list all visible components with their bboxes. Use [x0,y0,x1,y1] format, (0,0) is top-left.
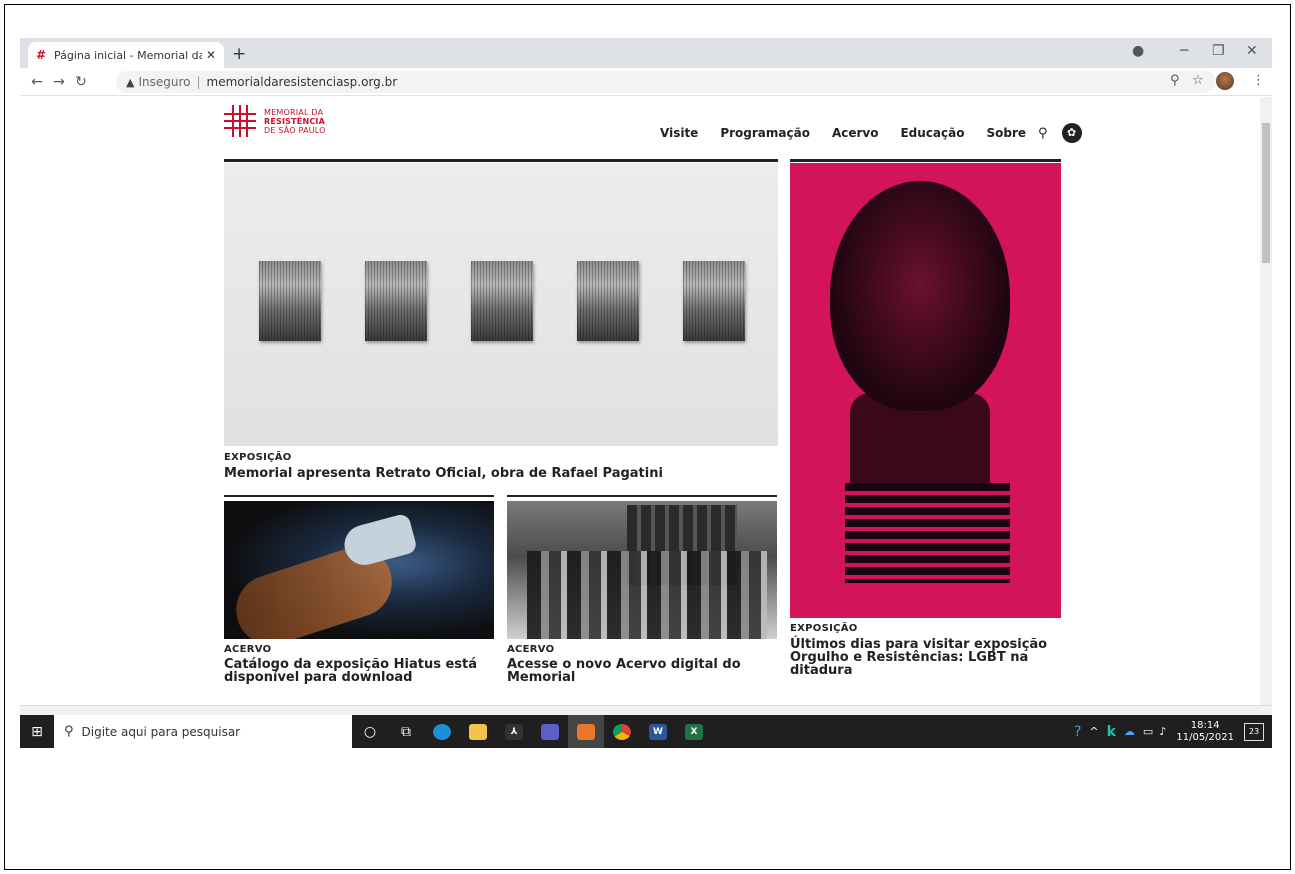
vertical-scrollbar[interactable] [1260,97,1272,705]
side-rule [790,159,1061,162]
card2-image[interactable] [507,501,777,639]
bookmark-star-icon[interactable]: ☆ [1192,73,1204,88]
browser-toolbar: ← → ↻ ▲ Inseguro | memorialdaresistencia… [20,68,1272,96]
card1-image[interactable] [224,501,494,639]
clock-date: 11/05/2021 [1176,731,1234,743]
outlook-icon[interactable] [568,715,604,748]
artwork-portrait [577,261,639,341]
feature-image[interactable] [224,163,778,446]
windows-start-icon[interactable]: ⊞ [20,724,54,740]
back-arrow-icon[interactable]: ← [26,74,48,90]
horizontal-scrollbar[interactable] [20,705,1272,715]
logo-grid-icon [224,105,256,137]
logo-line-2: RESISTÊNCIA [264,116,325,126]
url-text[interactable]: memorialdaresistenciasp.org.br [207,75,398,89]
browser-tab[interactable]: # Página inicial - Memorial da Resis ✕ [28,42,224,68]
k-app-icon[interactable]: k [1107,724,1116,740]
logo-line-3: DE SÃO PAULO [264,125,326,135]
nav-educacao[interactable]: Educação [900,126,964,140]
address-bar[interactable]: ▲ Inseguro | memorialdaresistenciasp.org… [116,71,1216,93]
side-feature-category: EXPOSIÇÃO [790,623,858,634]
new-tab-button[interactable]: + [232,44,246,64]
teams-icon[interactable] [532,715,568,748]
taskbar-search[interactable]: ⚲ Digite aqui para pesquisar [54,715,352,748]
side-feature-title-line-3[interactable]: ditadura [790,664,853,677]
edge-icon[interactable] [424,715,460,748]
card1-title-line-2[interactable]: disponível para download [224,671,412,684]
volume-icon[interactable]: ♪ [1159,725,1166,738]
profile-menu-icon[interactable]: ● [1132,43,1144,59]
logo-text: MEMORIAL DA RESISTÊNCIA DE SÃO PAULO [264,108,326,135]
help-icon[interactable]: ? [1074,724,1081,740]
nav-sobre[interactable]: Sobre [986,126,1026,140]
side-feature-image[interactable] [790,163,1061,618]
task-view-icon[interactable]: ⧉ [388,715,424,748]
main-nav: Visite Programação Acervo Educação Sobre… [660,123,1082,143]
tab-title: Página inicial - Memorial da Resis [54,48,202,62]
memorial-favicon-icon: # [36,48,47,62]
close-tab-icon[interactable]: ✕ [206,48,216,62]
browser-menu-icon[interactable]: ⋮ [1252,73,1265,88]
forward-arrow-icon[interactable]: → [48,74,70,90]
gear-icon[interactable]: ✿ [1061,123,1082,143]
system-tray: ? ^ k ☁ ▭ ♪ 18:14 11/05/2021 23 [1074,715,1264,748]
page-viewport: MEMORIAL DA RESISTÊNCIA DE SÃO PAULO Vis… [20,97,1260,705]
network-icon[interactable]: ▭ [1143,725,1153,738]
restore-icon[interactable]: ❐ [1212,43,1225,59]
artwork-portrait [471,261,533,341]
warning-icon: ▲ [126,75,135,89]
feature-rule [224,159,778,162]
windows-taskbar: ⊞ ⚲ Digite aqui para pesquisar ○ ⧉ ⅄ W X… [20,715,1272,748]
cloud-icon[interactable]: ☁ [1124,725,1135,738]
artwork-portrait [365,261,427,341]
excel-icon[interactable]: X [676,715,712,748]
nav-visite[interactable]: Visite [660,126,698,140]
image-shape [830,181,1010,411]
cortana-icon[interactable]: ○ [352,715,388,748]
minimize-icon[interactable]: ─ [1180,43,1188,59]
artwork-portrait [259,261,321,341]
close-window-icon[interactable]: ✕ [1246,43,1258,59]
site-logo[interactable]: MEMORIAL DA RESISTÊNCIA DE SÃO PAULO [224,105,326,137]
nav-acervo[interactable]: Acervo [832,126,879,140]
search-icon[interactable]: ⚲ [1038,126,1048,141]
taskbar-clock[interactable]: 18:14 11/05/2021 [1176,720,1234,744]
file-explorer-icon[interactable] [460,715,496,748]
reload-icon[interactable]: ↻ [70,74,92,90]
insecure-label[interactable]: Inseguro [138,75,190,89]
card1-rule [224,495,494,497]
feature-title[interactable]: Memorial apresenta Retrato Oficial, obra… [224,467,663,480]
tab-strip: # Página inicial - Memorial da Resis ✕ +… [20,38,1272,68]
desktop-screen: # Página inicial - Memorial da Resis ✕ +… [20,38,1272,748]
image-shape [527,551,767,639]
nav-programacao[interactable]: Programação [720,126,810,140]
zoom-icon[interactable]: ⚲ [1170,73,1180,88]
search-icon: ⚲ [64,724,74,739]
word-icon[interactable]: W [640,715,676,748]
chrome-icon[interactable] [604,715,640,748]
feature-category: EXPOSIÇÃO [224,452,292,463]
taskbar-search-placeholder[interactable]: Digite aqui para pesquisar [82,725,241,739]
url-separator: | [196,75,201,89]
card2-rule [507,495,777,497]
card2-title-line-2[interactable]: Memorial [507,671,575,684]
notification-center-icon[interactable]: 23 [1244,722,1264,741]
acrobat-icon[interactable]: ⅄ [496,715,532,748]
scrollbar-thumb[interactable] [1262,123,1270,263]
profile-avatar[interactable] [1216,72,1234,90]
card1-category: ACERVO [224,644,272,655]
artwork-portrait [683,261,745,341]
chevron-up-icon[interactable]: ^ [1089,725,1098,738]
logo-line-1: MEMORIAL DA [264,107,324,117]
clock-time: 18:14 [1190,719,1220,731]
image-shape [340,512,418,570]
card2-category: ACERVO [507,644,555,655]
image-shape [845,483,1010,583]
